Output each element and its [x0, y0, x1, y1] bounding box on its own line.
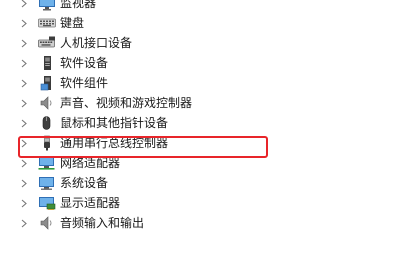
- speaker-icon: [38, 215, 56, 231]
- tree-item-software-components[interactable]: 软件组件: [0, 73, 398, 93]
- tree-item-label: 通用串行总线控制器: [60, 136, 169, 150]
- system-device-icon: [38, 175, 56, 191]
- speaker-icon: [38, 95, 56, 111]
- tree-item-label: 声音、视频和游戏控制器: [60, 96, 193, 110]
- chevron-right-icon[interactable]: [20, 39, 28, 47]
- tree-item-label: 显示适配器: [60, 196, 121, 210]
- tree-item-label: 音频输入和输出: [60, 216, 145, 230]
- chevron-right-icon[interactable]: [20, 159, 28, 167]
- tree-item-audio-io[interactable]: 音频输入和输出: [0, 213, 398, 233]
- tree-item-usb-controllers[interactable]: 通用串行总线控制器: [0, 133, 398, 153]
- tree-item-software-devices[interactable]: 软件设备: [0, 53, 398, 73]
- display-adapter-icon: [38, 195, 56, 211]
- tree-item-label: 软件设备: [60, 56, 109, 70]
- hid-icon: [38, 35, 56, 51]
- chevron-right-icon[interactable]: [20, 0, 28, 7]
- tree-item-label: 监视器: [60, 0, 97, 10]
- tree-item-sound-video-game[interactable]: 声音、视频和游戏控制器: [0, 93, 398, 113]
- network-icon: [38, 155, 56, 171]
- tree-item-system-devices[interactable]: 系统设备: [0, 173, 398, 193]
- chevron-right-icon[interactable]: [20, 179, 28, 187]
- mouse-icon: [38, 115, 56, 131]
- chevron-right-icon[interactable]: [20, 199, 28, 207]
- tree-item-display-adapters[interactable]: 显示适配器: [0, 193, 398, 213]
- tree-item-label: 网络适配器: [60, 156, 121, 170]
- tree-item-mice[interactable]: 鼠标和其他指针设备: [0, 113, 398, 133]
- tree-item-keyboards[interactable]: 键盘: [0, 13, 398, 33]
- chevron-right-icon[interactable]: [20, 139, 28, 147]
- chevron-right-icon[interactable]: [20, 79, 28, 87]
- software-device-icon: [38, 55, 56, 71]
- tree-item-monitors[interactable]: 监视器: [0, 0, 398, 13]
- tree-item-label: 鼠标和其他指针设备: [60, 116, 169, 130]
- tree-item-label: 键盘: [60, 16, 85, 30]
- tree-item-label: 软件组件: [60, 76, 109, 90]
- software-component-icon: [38, 75, 56, 91]
- chevron-right-icon[interactable]: [20, 59, 28, 67]
- chevron-right-icon[interactable]: [20, 19, 28, 27]
- usb-icon: [38, 135, 56, 151]
- chevron-right-icon[interactable]: [20, 219, 28, 227]
- tree-item-network-adapters[interactable]: 网络适配器: [0, 153, 398, 173]
- tree-item-hid[interactable]: 人机接口设备: [0, 33, 398, 53]
- tree-item-label: 人机接口设备: [60, 36, 133, 50]
- keyboard-icon: [38, 15, 56, 31]
- monitor-icon: [38, 0, 56, 11]
- chevron-right-icon[interactable]: [20, 99, 28, 107]
- tree-item-label: 系统设备: [60, 176, 109, 190]
- device-tree: 监视器 键盘 人机接口设备 软件设备 软件组件 声音、视频和游戏控制器 鼠标和其…: [0, 0, 398, 233]
- chevron-right-icon[interactable]: [20, 119, 28, 127]
